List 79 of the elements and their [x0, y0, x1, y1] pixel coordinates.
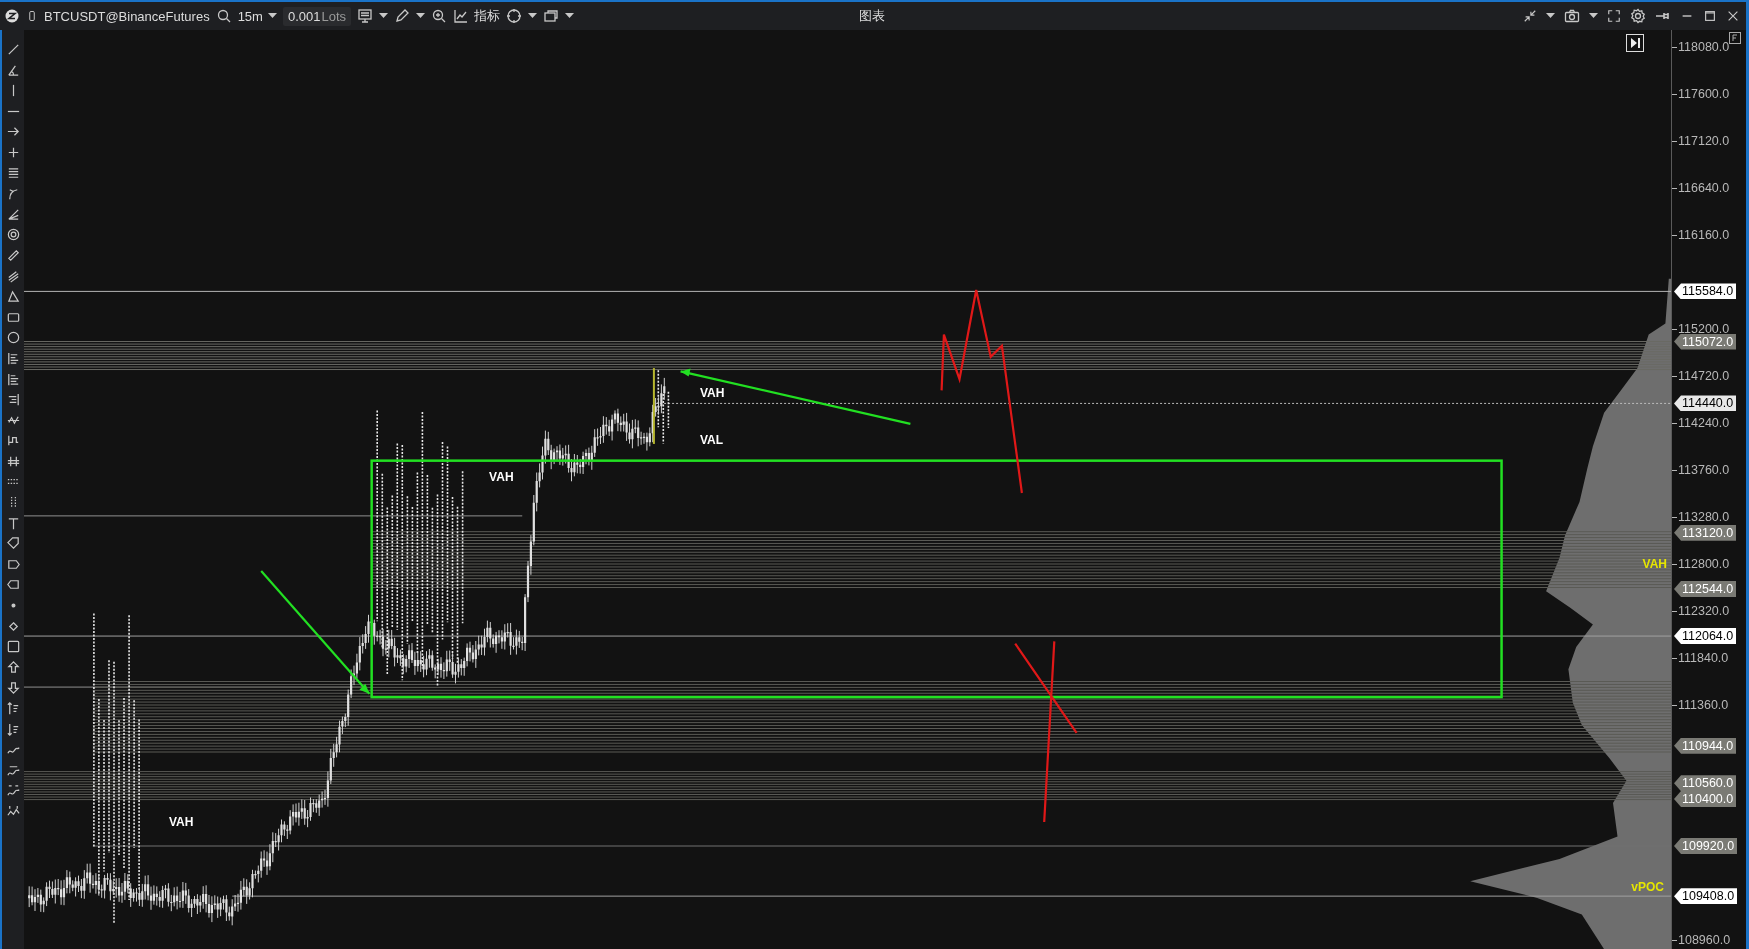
- price-tick-label: 111360.0: [1672, 698, 1729, 712]
- camera-icon[interactable]: [1564, 8, 1580, 24]
- down-arrow-icon[interactable]: [5, 680, 21, 696]
- quantity-field[interactable]: 0.001Lots: [282, 6, 352, 26]
- value-area-label: VAH: [699, 385, 725, 400]
- price-tick-label: 112800.0: [1672, 557, 1730, 571]
- value-area-label: VAH: [489, 469, 514, 484]
- f-box-icon[interactable]: [1729, 32, 1741, 44]
- square-icon[interactable]: [5, 639, 21, 655]
- phone-icon[interactable]: [26, 8, 38, 24]
- price-tag: 115584.0: [1674, 283, 1737, 300]
- triangle-icon[interactable]: [5, 289, 21, 305]
- caret-icon[interactable]: [379, 13, 389, 19]
- price-tag: 114440.0: [1674, 395, 1737, 412]
- pencil-icon[interactable]: [394, 8, 411, 24]
- price-tag: 115072.0: [1674, 333, 1737, 350]
- price-tag: 112064.0: [1674, 628, 1737, 645]
- bars-icon[interactable]: [5, 350, 21, 366]
- up-arrow-icon[interactable]: [5, 659, 21, 675]
- monitor-icon[interactable]: [357, 8, 374, 24]
- search-icon[interactable]: [215, 8, 232, 24]
- cross-mark-drawing[interactable]: [1014, 640, 1078, 824]
- price-tick-label: 113280.0: [1672, 510, 1730, 524]
- windows-icon[interactable]: [543, 8, 560, 24]
- price-tick-label: 117600.0: [1672, 87, 1730, 101]
- fullscreen-icon[interactable]: [1607, 9, 1621, 23]
- caret-icon[interactable]: [1589, 13, 1598, 19]
- price-tick-label: 111840.0: [1672, 651, 1729, 665]
- indicators-button[interactable]: 指标: [453, 7, 501, 25]
- caret-icon[interactable]: [528, 13, 538, 19]
- line-chart-icon: [453, 8, 470, 24]
- scroll-to-end-button[interactable]: [1626, 34, 1645, 52]
- price-tag: 113120.0: [1674, 524, 1737, 541]
- close-icon[interactable]: [1726, 9, 1740, 23]
- price-tag: 112544.0: [1674, 581, 1737, 598]
- price-tick-label: 117120.0: [1672, 134, 1730, 148]
- price-tick-label: 118080.0: [1672, 40, 1730, 54]
- caret-icon[interactable]: [1546, 13, 1555, 19]
- price-tick-label: 113760.0: [1672, 463, 1730, 477]
- price-tick-label: 114720.0: [1672, 369, 1730, 383]
- price-tag: 109408.0: [1674, 888, 1738, 905]
- zoom-in-icon[interactable]: [431, 8, 448, 24]
- arrow-drawing[interactable]: [680, 368, 911, 425]
- skip-end-icon: [1629, 37, 1642, 49]
- price-tick-label: 108960.0: [1672, 933, 1731, 947]
- price-tag: 110400.0: [1674, 791, 1737, 807]
- caret-icon[interactable]: [565, 13, 575, 19]
- logo-icon: [4, 8, 20, 24]
- profile-level-label: VAH: [1642, 557, 1667, 571]
- settings-icon[interactable]: [1630, 8, 1646, 24]
- shrink-icon[interactable]: [1523, 9, 1537, 23]
- range-rectangle[interactable]: [370, 459, 1503, 699]
- price-tick-label: 116640.0: [1672, 181, 1730, 195]
- value-area-label: VAH: [169, 815, 194, 830]
- sort-up-icon[interactable]: [5, 701, 21, 716]
- price-tick-label: 116160.0: [1672, 228, 1730, 242]
- timeframe-dropdown[interactable]: 15m: [237, 8, 277, 24]
- spiral-icon[interactable]: [5, 227, 21, 243]
- price-tick-label: 112320.0: [1672, 604, 1730, 618]
- crosshair-icon[interactable]: [506, 8, 523, 24]
- caret-icon[interactable]: [267, 13, 277, 19]
- ruler-icon[interactable]: [5, 247, 21, 263]
- zigzag-drawing[interactable]: [940, 288, 1023, 494]
- price-tag: 109920.0: [1674, 838, 1738, 854]
- tag-icon[interactable]: [5, 536, 21, 552]
- price-tag: 110944.0: [1674, 737, 1737, 754]
- sort-down-icon[interactable]: [5, 721, 21, 737]
- bars-icon[interactable]: [5, 371, 21, 387]
- caret-icon[interactable]: [416, 13, 426, 19]
- window-title: 图表: [859, 8, 885, 23]
- circle-icon[interactable]: [5, 330, 21, 346]
- price-tag: 110560.0: [1674, 775, 1737, 792]
- maximize-icon[interactable]: [1703, 9, 1717, 23]
- symbol-label[interactable]: BTCUSDT@BinanceFutures: [44, 8, 210, 24]
- arrow-drawing[interactable]: [260, 570, 371, 695]
- price-tick-label: 114240.0: [1672, 416, 1730, 430]
- value-area-label: VAL: [699, 432, 724, 447]
- profile-level-label: vPOC: [1631, 880, 1664, 895]
- price-tick-label: 115200.0: [1672, 322, 1730, 336]
